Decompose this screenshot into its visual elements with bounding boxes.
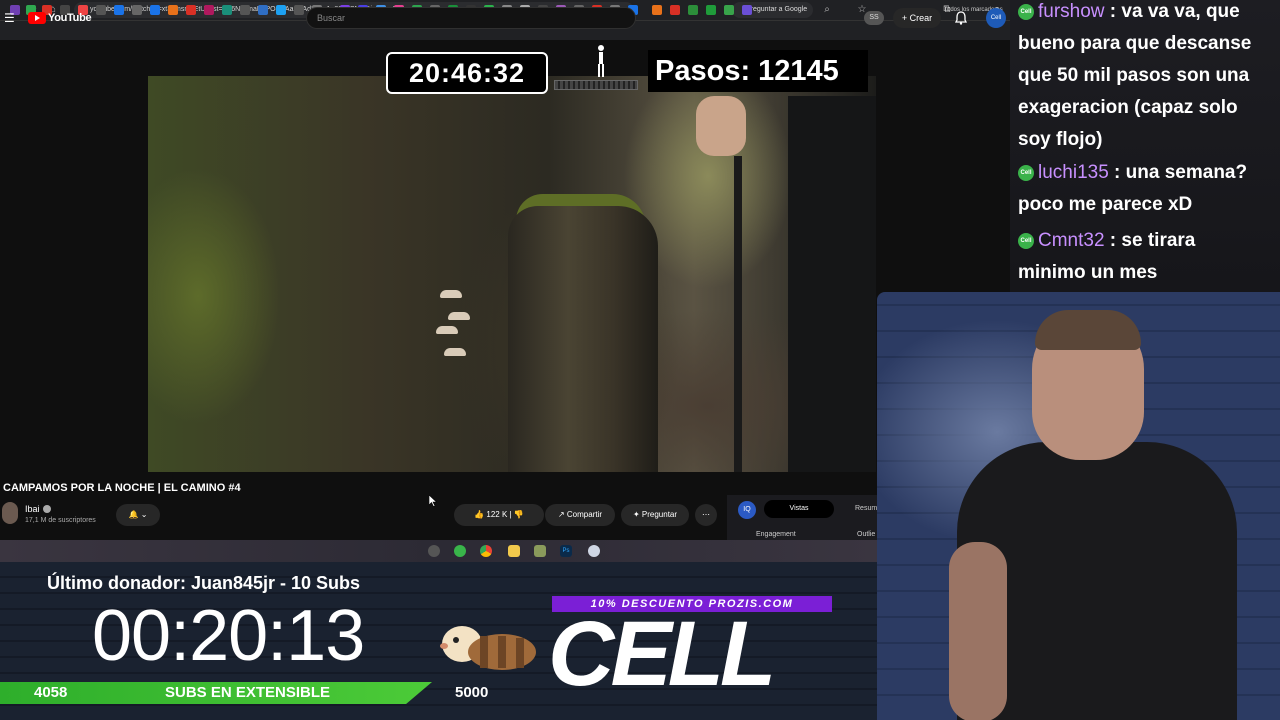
chat-badge-icon: Cell bbox=[1018, 164, 1034, 181]
walker-icon bbox=[594, 44, 608, 78]
subs-goal-count: 5000 bbox=[455, 684, 489, 701]
webcam-person-hair bbox=[1035, 310, 1141, 350]
bookmark-icon[interactable] bbox=[276, 5, 286, 15]
taskbar-app-icon[interactable] bbox=[534, 545, 546, 557]
taskbar-app-icon[interactable] bbox=[454, 545, 466, 557]
bookmark-icon[interactable] bbox=[240, 5, 250, 15]
video-scene-mushroom bbox=[436, 326, 458, 334]
share-button[interactable]: ↗ Compartir bbox=[545, 504, 615, 526]
stream-uptime-timer: 20:46:32 bbox=[386, 52, 548, 94]
video-scene-mushroom bbox=[440, 290, 462, 298]
tab-views[interactable]: Vistas bbox=[764, 500, 834, 518]
last-donor-text: Último donador: Juan845jr - 10 Subs bbox=[47, 573, 361, 593]
channel-subscribers: 17,1 M de suscriptores bbox=[25, 517, 96, 524]
taskbar-app-icon[interactable] bbox=[588, 545, 600, 557]
bookmark-icon[interactable] bbox=[670, 5, 680, 15]
webcam-feed bbox=[877, 292, 1280, 720]
bookmark-icon[interactable] bbox=[652, 5, 662, 15]
chat-username: furshow bbox=[1038, 1, 1105, 22]
bookmark-icon[interactable] bbox=[204, 5, 214, 15]
video-title: CAMPAMOS POR LA NOCHE | EL CAMINO #4 bbox=[3, 482, 241, 494]
video-scene-mushroom bbox=[444, 348, 466, 356]
extension-logo-icon[interactable]: IQ bbox=[738, 501, 756, 519]
search-icon[interactable]: ⌕ bbox=[820, 3, 834, 17]
bookmark-icon[interactable] bbox=[222, 5, 232, 15]
chat-message: Cell furshow : va va va, que bueno para q… bbox=[1018, 1, 1252, 150]
engagement-label: Engagement bbox=[756, 531, 796, 538]
like-count: 122 K bbox=[486, 510, 508, 519]
video-scene-stump bbox=[508, 206, 658, 472]
ask-label: Preguntar bbox=[641, 510, 678, 519]
photoshop-icon[interactable]: Ps bbox=[560, 545, 572, 557]
video-scene-trekking-pole bbox=[734, 156, 742, 472]
youtube-logo-icon[interactable] bbox=[28, 12, 46, 24]
bookmark-icon[interactable] bbox=[724, 5, 734, 15]
bookmark-icon[interactable] bbox=[294, 5, 304, 15]
chat-text: va va va, que bueno para que descanse qu… bbox=[1018, 1, 1252, 150]
webcam-person-arm bbox=[949, 542, 1007, 720]
chat-message: Cell Cmnt32 : se tirara minimo un mes bbox=[1018, 230, 1196, 283]
share-label: Compartir bbox=[566, 510, 603, 519]
steps-progress-track bbox=[554, 80, 638, 90]
chat-message: Cell luchi135 : una semana? poco me parec… bbox=[1018, 162, 1248, 215]
outlier-label: Outlie bbox=[857, 531, 876, 538]
video-player[interactable] bbox=[148, 76, 876, 472]
bookmark-icon[interactable] bbox=[186, 5, 196, 15]
subs-extensible-label: SUBS EN EXTENSIBLE bbox=[165, 684, 331, 701]
bookmark-icon[interactable] bbox=[742, 5, 752, 15]
ss-badge[interactable]: SS bbox=[864, 11, 884, 25]
furret-mascot-icon bbox=[432, 614, 540, 676]
verified-icon bbox=[43, 505, 51, 513]
menu-icon[interactable]: ☰ bbox=[4, 12, 15, 24]
bookmark-icon[interactable] bbox=[96, 5, 106, 15]
subathon-timer: 00:20:13 bbox=[92, 596, 365, 676]
sponsor-logo: CELL bbox=[548, 603, 776, 705]
bookmark-icon[interactable] bbox=[150, 5, 160, 15]
notifications-bell-icon[interactable] bbox=[953, 10, 969, 26]
subscription-bell-button[interactable]: 🔔 ⌄ bbox=[116, 504, 160, 526]
video-scene-mushroom bbox=[448, 312, 470, 320]
search-input[interactable]: Buscar bbox=[306, 7, 636, 29]
folder-icon[interactable] bbox=[508, 545, 520, 557]
bookmark-icon[interactable] bbox=[168, 5, 178, 15]
create-button[interactable]: + Crear bbox=[893, 8, 941, 28]
taskbar-app-icon[interactable] bbox=[428, 545, 440, 557]
account-avatar[interactable]: Cell bbox=[986, 8, 1006, 28]
bookmark-icon[interactable] bbox=[258, 5, 268, 15]
chat-badge-icon: Cell bbox=[1018, 3, 1034, 20]
subs-current-count: 4058 bbox=[34, 684, 68, 701]
ask-button[interactable]: ✦ Preguntar bbox=[621, 504, 689, 526]
chrome-icon[interactable] bbox=[480, 545, 492, 557]
bookmark-icon[interactable] bbox=[688, 5, 698, 15]
video-scene-hand bbox=[696, 96, 746, 156]
create-label: Crear bbox=[909, 13, 933, 23]
steps-counter: Pasos: 12145 bbox=[648, 50, 868, 92]
chat-badge-icon: Cell bbox=[1018, 232, 1034, 249]
chat-username: Cmnt32 bbox=[1038, 230, 1105, 251]
bookmark-icon[interactable] bbox=[114, 5, 124, 15]
channel-name[interactable]: Ibai bbox=[25, 504, 40, 515]
more-actions-icon[interactable]: ⋯ bbox=[695, 504, 717, 526]
tab-summary[interactable]: Resum bbox=[855, 500, 877, 518]
bookmark-icon[interactable] bbox=[706, 5, 716, 15]
chat-username: luchi135 bbox=[1038, 162, 1109, 183]
like-button[interactable]: 👍 122 K | 👎 bbox=[454, 504, 544, 526]
bookmark-icon[interactable] bbox=[132, 5, 142, 15]
channel-avatar[interactable] bbox=[2, 502, 18, 524]
video-scene-person-leg bbox=[788, 96, 876, 472]
youtube-logo-text[interactable]: YouTube bbox=[48, 11, 92, 25]
